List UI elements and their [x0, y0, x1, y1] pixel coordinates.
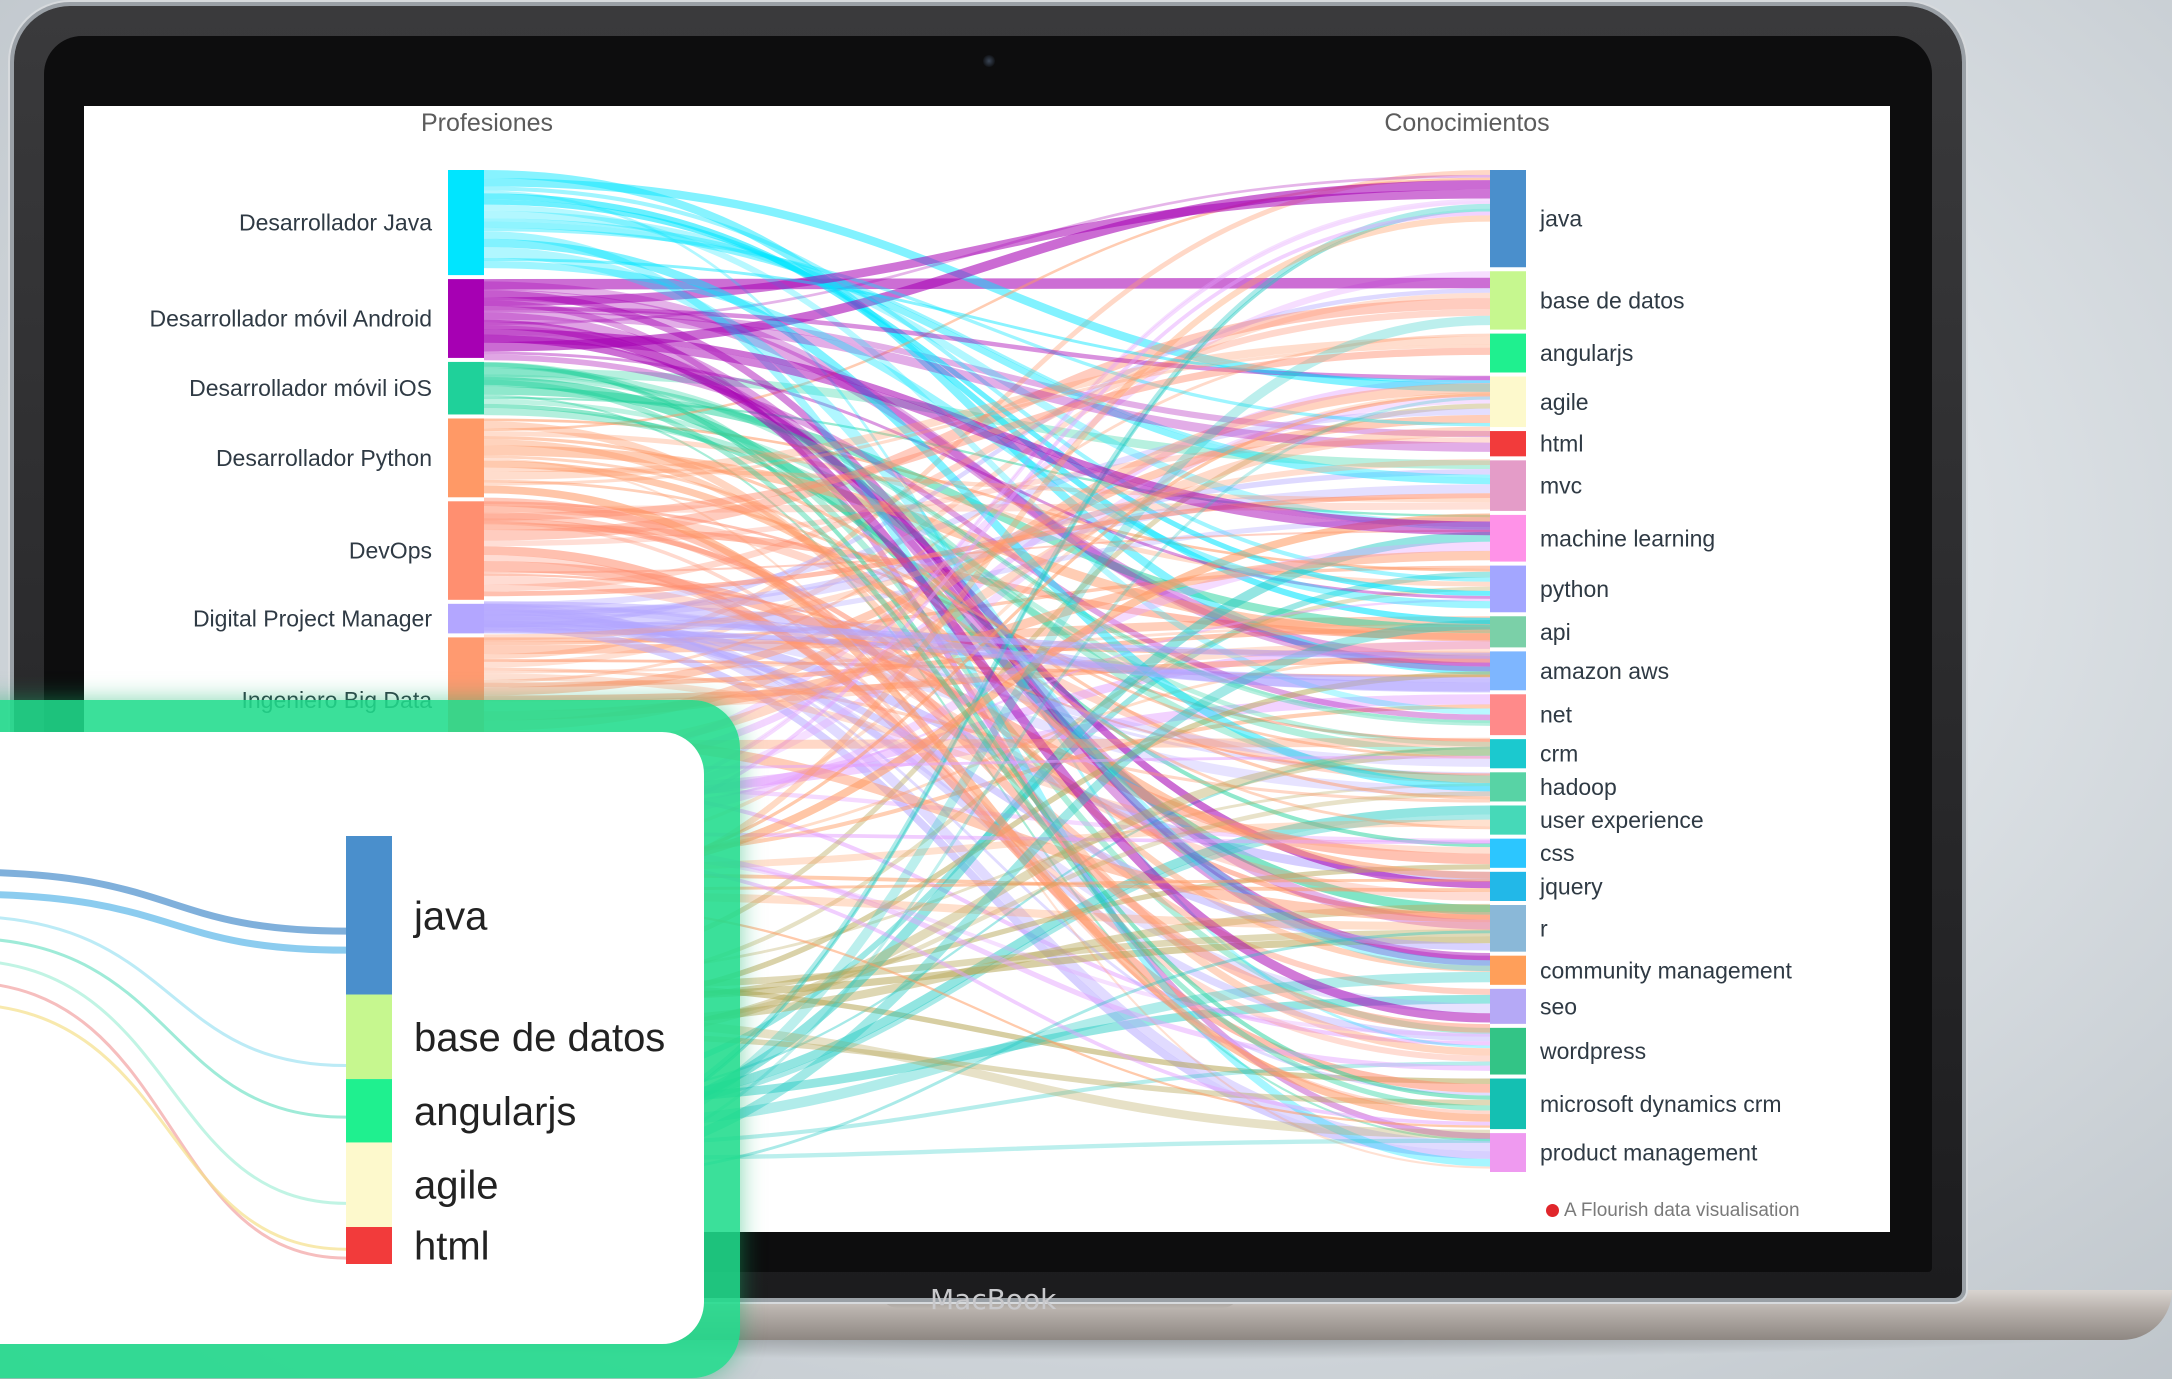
right-node[interactable]	[1490, 565, 1526, 613]
right-node-label: css	[1540, 840, 1575, 866]
left-node[interactable]	[448, 279, 484, 358]
right-node-label: java	[1539, 206, 1582, 232]
right-node-label: mvc	[1540, 473, 1582, 499]
right-node-label: crm	[1540, 741, 1578, 767]
right-node[interactable]	[1490, 271, 1526, 330]
right-node[interactable]	[1490, 1133, 1526, 1172]
right-node-label: python	[1540, 576, 1609, 602]
left-node-label: DevOps	[349, 538, 432, 564]
right-node-label: agile	[1540, 389, 1589, 415]
left-node-label: Desarrollador Python	[216, 445, 432, 471]
right-node[interactable]	[1490, 904, 1526, 952]
right-column-title: Conocimientos	[1384, 109, 1549, 137]
zoom-node-label: base de datos	[414, 1016, 665, 1060]
right-node-label: product management	[1540, 1140, 1758, 1166]
right-node[interactable]	[1490, 170, 1526, 268]
left-node-label: Digital Project Manager	[193, 606, 432, 632]
right-node-label: community management	[1540, 957, 1792, 983]
right-node[interactable]	[1490, 376, 1526, 428]
zoom-link	[0, 1005, 347, 1251]
zoom-link	[0, 916, 347, 1068]
right-node-label: amazon aws	[1540, 658, 1669, 684]
left-node[interactable]	[448, 170, 484, 276]
left-node-label: Desarrollador móvil Android	[149, 306, 432, 332]
brand-label: MacBook	[930, 1283, 1057, 1316]
right-node-label: microsoft dynamics crm	[1540, 1091, 1782, 1117]
right-node[interactable]	[1490, 955, 1526, 985]
right-node[interactable]	[1490, 739, 1526, 769]
right-node[interactable]	[1490, 838, 1526, 868]
camera-icon	[983, 55, 995, 67]
left-node[interactable]	[448, 603, 484, 634]
right-node[interactable]	[1490, 772, 1526, 802]
right-node[interactable]	[1490, 988, 1526, 1024]
right-node-label: html	[1540, 431, 1583, 457]
zoom-node	[346, 1227, 392, 1264]
right-node-label: net	[1540, 702, 1573, 728]
left-node[interactable]	[448, 418, 484, 498]
left-node[interactable]	[448, 501, 484, 600]
left-node[interactable]	[448, 361, 484, 415]
right-node[interactable]	[1490, 694, 1526, 736]
right-node[interactable]	[1490, 514, 1526, 562]
right-node-label: seo	[1540, 993, 1577, 1019]
left-node-label: Desarrollador móvil iOS	[189, 375, 432, 401]
zoom-node	[346, 994, 392, 1080]
right-node-label: api	[1540, 619, 1571, 645]
right-node[interactable]	[1490, 431, 1526, 457]
right-node[interactable]	[1490, 616, 1526, 648]
right-node-label: r	[1540, 915, 1548, 941]
zoom-node	[346, 1079, 392, 1143]
zoom-node-label: angularjs	[414, 1090, 576, 1134]
left-column-title: Profesiones	[421, 109, 553, 137]
zoom-chart: java base de datos angularjs agile html	[0, 836, 665, 1269]
right-node[interactable]	[1490, 460, 1526, 511]
right-node[interactable]	[1490, 333, 1526, 373]
zoom-node-label: html	[414, 1225, 490, 1269]
zoom-node-label: agile	[414, 1164, 499, 1208]
right-node-label: wordpress	[1539, 1038, 1646, 1064]
right-node[interactable]	[1490, 805, 1526, 835]
flourish-logo-icon	[1546, 1204, 1559, 1217]
right-node-label: user experience	[1540, 807, 1704, 833]
right-node-label: angularjs	[1540, 340, 1633, 366]
right-node[interactable]	[1490, 1027, 1526, 1075]
right-node-label: base de datos	[1540, 287, 1685, 313]
right-node[interactable]	[1490, 1078, 1526, 1130]
zoom-node-label: java	[413, 894, 488, 938]
right-node[interactable]	[1490, 651, 1526, 691]
right-node[interactable]	[1490, 871, 1526, 901]
zoom-node	[346, 1142, 392, 1228]
right-node-label: machine learning	[1540, 525, 1715, 551]
credit-text: A Flourish data visualisation	[1564, 1200, 1800, 1221]
left-node-label: Desarrollador Java	[239, 210, 432, 236]
zoom-node	[346, 836, 392, 995]
zoom-callout: java base de datos angularjs agile html	[0, 732, 704, 1344]
right-node-label: jquery	[1539, 873, 1603, 899]
right-node-label: hadoop	[1540, 774, 1617, 800]
flourish-credit[interactable]: A Flourish data visualisation	[1546, 1200, 1800, 1222]
